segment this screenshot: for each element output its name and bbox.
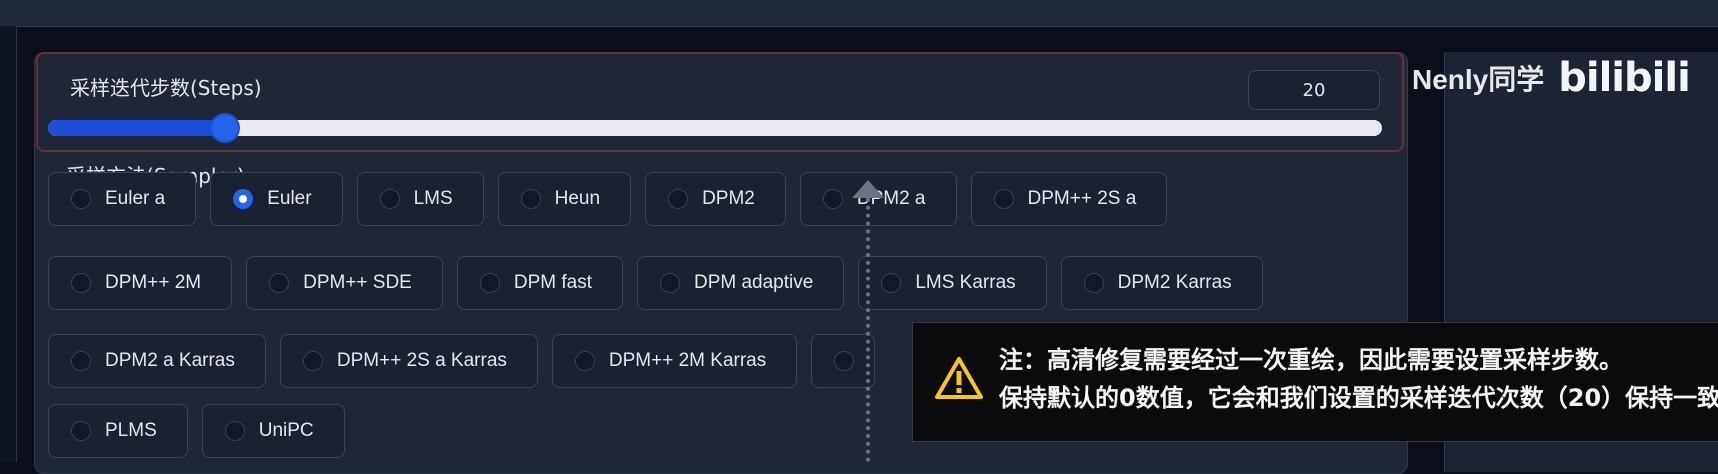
radio-circle-icon bbox=[659, 273, 680, 293]
sampler-option-label: PLMS bbox=[105, 420, 157, 441]
steps-section bbox=[36, 52, 1404, 152]
note-box: 注：高清修复需要经过一次重绘，因此需要设置采样步数。 保持默认的0数值，它会和我… bbox=[912, 322, 1718, 442]
sampler-row-2: DPM++ 2M DPM++ SDE DPM fast DPM adaptive… bbox=[48, 256, 1263, 310]
left-rail bbox=[0, 26, 17, 462]
watermark: Nenly同学 bilibili bbox=[1412, 55, 1691, 101]
radio-circle-icon bbox=[269, 273, 290, 293]
sampler-option-label: LMS Karras bbox=[915, 272, 1016, 293]
sampler-option-label: LMS bbox=[413, 188, 453, 209]
sampler-option-label: DPM adaptive bbox=[693, 272, 814, 293]
sampler-option-label: DPM++ 2S a Karras bbox=[336, 350, 507, 371]
radio-circle-icon bbox=[302, 351, 323, 371]
radio-circle-icon bbox=[479, 273, 500, 293]
radio-circle-icon bbox=[71, 189, 91, 209]
note-line-1: 注：高清修复需要经过一次重绘，因此需要设置采样步数。 bbox=[999, 346, 1623, 374]
steps-number-input[interactable]: 20 bbox=[1248, 70, 1380, 110]
sampler-option-label: DPM++ 2M Karras bbox=[608, 350, 767, 371]
steps-slider[interactable] bbox=[48, 115, 1382, 141]
warning-icon bbox=[935, 357, 983, 399]
sampler-option-lms-karras[interactable]: LMS Karras bbox=[858, 256, 1047, 310]
steps-slider-fill bbox=[48, 120, 226, 136]
radio-circle-icon bbox=[71, 351, 91, 371]
sampler-option-dpm2-a-karras[interactable]: DPM2 a Karras bbox=[48, 334, 266, 388]
radio-circle-icon bbox=[379, 189, 400, 209]
sampler-row-3: DPM2 a Karras DPM++ 2S a Karras DPM++ 2M… bbox=[48, 334, 876, 388]
sampler-option-plms[interactable]: PLMS bbox=[48, 404, 188, 458]
sampler-option-label: DPM2 Karras bbox=[1117, 272, 1232, 293]
sampler-option-dpmpp-2s-a[interactable]: DPM++ 2S a bbox=[970, 172, 1168, 226]
watermark-name: Nenly同学 bbox=[1412, 64, 1545, 95]
sampler-option-label: UniPC bbox=[258, 420, 314, 441]
sampler-option-lms[interactable]: LMS bbox=[356, 172, 484, 226]
sampler-option-euler[interactable]: Euler bbox=[210, 172, 343, 226]
bilibili-logo: bilibili bbox=[1558, 55, 1691, 101]
sampler-option-label: DPM++ SDE bbox=[303, 272, 412, 293]
radio-circle-icon bbox=[822, 189, 843, 209]
radio-circle-icon bbox=[71, 273, 91, 293]
sampler-option-dpm-adaptive[interactable]: DPM adaptive bbox=[636, 256, 845, 310]
sampler-option-label: DPM fast bbox=[513, 272, 592, 293]
radio-checked-icon bbox=[233, 189, 254, 209]
sampler-option-label: Euler a bbox=[105, 188, 166, 209]
radio-circle-icon bbox=[71, 421, 91, 441]
radio-circle-icon bbox=[520, 189, 541, 209]
steps-label: 采样迭代步数(Steps) bbox=[70, 76, 262, 100]
sampler-option-label: DPM2 bbox=[702, 188, 755, 209]
sampler-option-unipc[interactable]: UniPC bbox=[201, 404, 345, 458]
sampler-option-label: Euler bbox=[267, 188, 312, 209]
note-line-2: 保持默认的0数值，它会和我们设置的采样迭代次数（20）保持一致。 bbox=[999, 384, 1718, 412]
sampler-option-euler-a[interactable]: Euler a bbox=[48, 172, 197, 226]
sampler-option-dpm-fast[interactable]: DPM fast bbox=[456, 256, 623, 310]
sampler-option-label: Heun bbox=[554, 188, 601, 209]
sampler-row-1: Euler a Euler LMS Heun DPM2 DPM2 a DPM++… bbox=[48, 172, 1168, 226]
sampler-option-dpm2-karras[interactable]: DPM2 Karras bbox=[1060, 256, 1263, 310]
sampler-option-dpmpp-sde[interactable]: DPM++ SDE bbox=[246, 256, 443, 310]
sampler-option-heun[interactable]: Heun bbox=[497, 172, 632, 226]
dotted-guide-line bbox=[866, 190, 870, 462]
sampler-option-dpmpp-2m[interactable]: DPM++ 2M bbox=[48, 256, 233, 310]
radio-circle-icon bbox=[668, 189, 689, 209]
sampler-option-dpm2[interactable]: DPM2 bbox=[645, 172, 786, 226]
sampler-option-label: DPM++ 2S a bbox=[1027, 188, 1137, 209]
top-strip bbox=[0, 0, 1718, 27]
radio-circle-icon bbox=[224, 421, 245, 441]
radio-circle-icon bbox=[881, 273, 902, 293]
radio-circle-icon bbox=[993, 189, 1014, 209]
sampler-option-dpmpp-2m-karras[interactable]: DPM++ 2M Karras bbox=[551, 334, 798, 388]
sampler-row-4: PLMS UniPC bbox=[48, 404, 345, 458]
sampler-option-label: DPM++ 2M bbox=[105, 272, 202, 293]
radio-circle-icon bbox=[1083, 273, 1104, 293]
radio-circle-icon bbox=[834, 351, 855, 371]
sampler-option-dpmpp-2s-a-karras[interactable]: DPM++ 2S a Karras bbox=[279, 334, 538, 388]
radio-circle-icon bbox=[574, 351, 595, 371]
note-text: 注：高清修复需要经过一次重绘，因此需要设置采样步数。 保持默认的0数值，它会和我… bbox=[999, 341, 1718, 417]
sampler-option-label: DPM2 a Karras bbox=[105, 350, 235, 371]
